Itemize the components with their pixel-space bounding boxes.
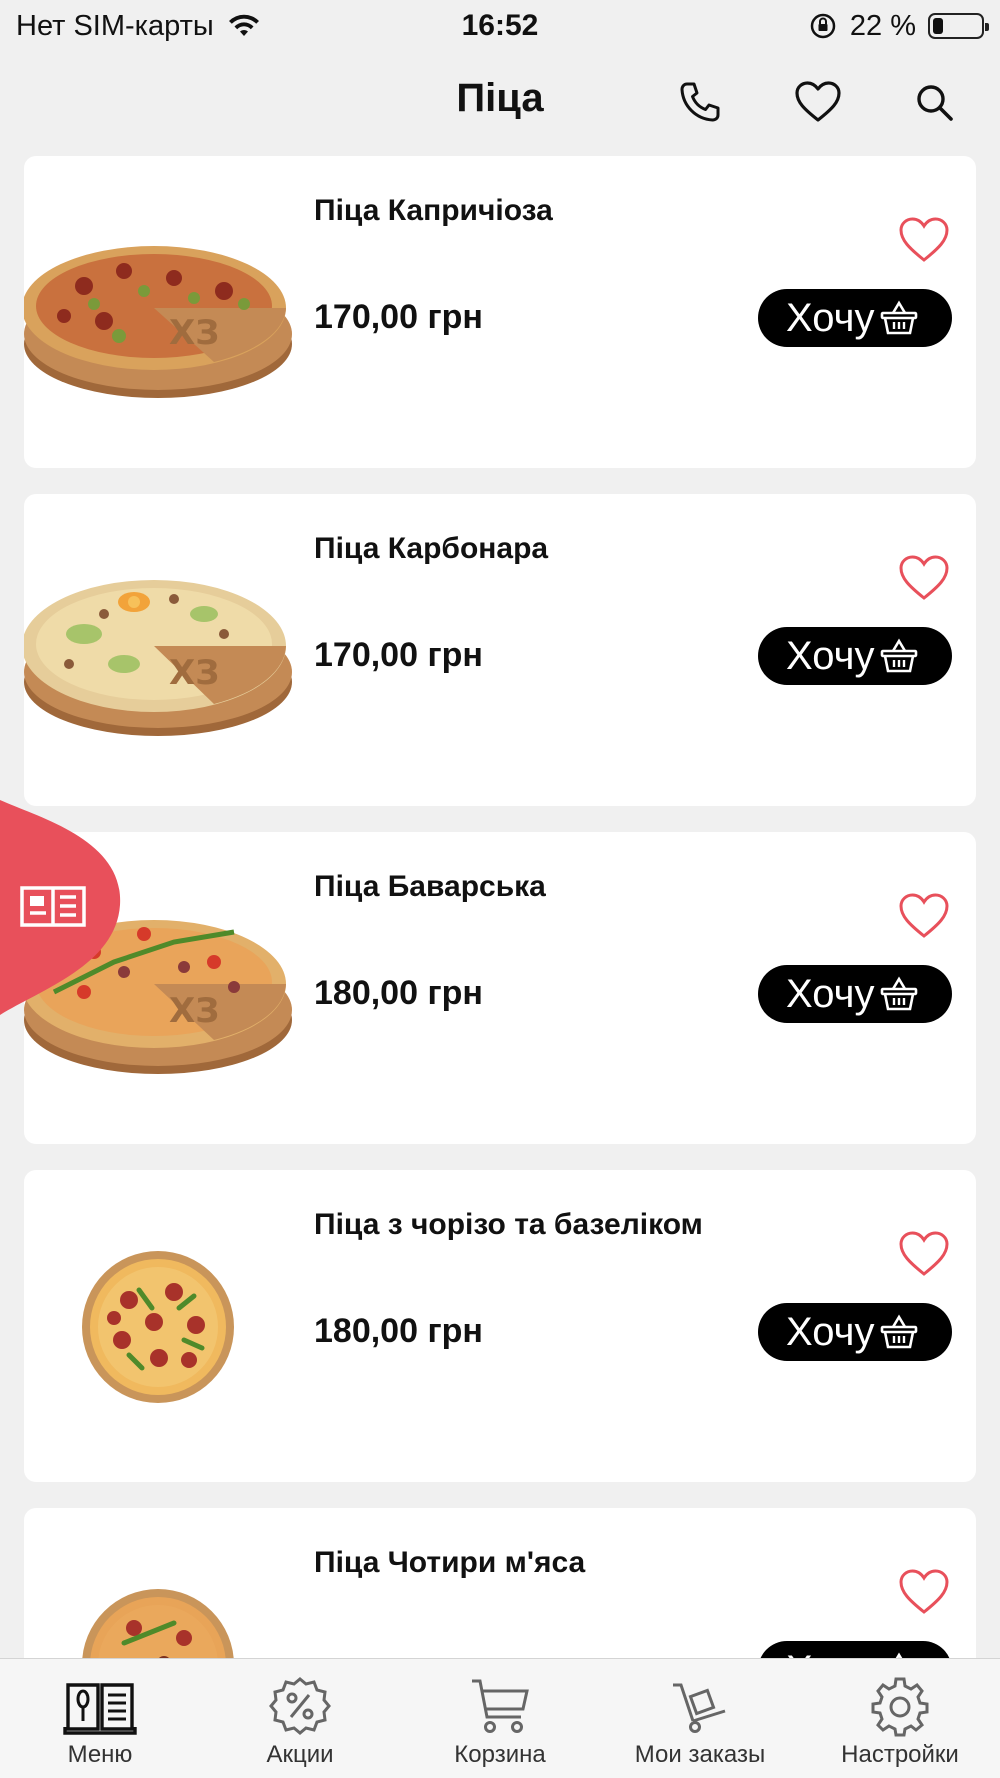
status-bar: Нет SIM-карты 16:52 22 % [0, 0, 1000, 52]
menu-book-icon [63, 1683, 137, 1735]
search-icon [917, 85, 953, 121]
search-button[interactable] [910, 78, 958, 126]
want-button[interactable]: Хочу [758, 1303, 952, 1361]
cart-icon [472, 1679, 529, 1733]
product-price: 170,00 грн [314, 298, 483, 336]
favorite-heart-icon[interactable] [898, 1568, 950, 1616]
orders-trolley-icon [673, 1683, 726, 1733]
product-card[interactable]: ХЗ Піца Карбонара 170,00 грн Хочу [24, 494, 976, 806]
tab-bar: Меню Акции Корзина Мои заказы Настройки [0, 1658, 1000, 1778]
tab-label: Корзина [454, 1741, 546, 1768]
tab-cart[interactable]: Корзина [400, 1659, 600, 1778]
carrier-text: Нет SIM-карты [16, 9, 214, 42]
product-card[interactable]: ХЗ Піца Капричіоза 170,00 грн Хочу [24, 156, 976, 468]
want-button-label: Хочу [786, 971, 875, 1016]
product-name: Піца з чорізо та базеліком [314, 1208, 703, 1241]
product-price: 170,00 грн [314, 636, 483, 674]
wifi-icon [228, 14, 259, 36]
nav-header: Піца [0, 60, 1000, 144]
tab-my-orders[interactable]: Мои заказы [600, 1659, 800, 1778]
battery-level [933, 18, 944, 34]
product-card[interactable]: Піца з чорізо та базеліком 180,00 грн Хо… [24, 1170, 976, 1482]
svg-text:ХЗ: ХЗ [169, 653, 219, 693]
tab-menu[interactable]: Меню [0, 1659, 200, 1778]
tab-settings[interactable]: Настройки [800, 1659, 1000, 1778]
favorite-heart-icon[interactable] [898, 216, 950, 264]
product-name: Піца Капричіоза [314, 194, 553, 227]
want-button-label: Хочу [786, 295, 875, 340]
product-card[interactable]: ХЗ Піца Баварська 180,00 грн Хочу [24, 832, 976, 1144]
basket-icon [881, 1314, 918, 1349]
product-list: ХЗ Піца Капричіоза 170,00 грн Хочу ХЗ Пі… [24, 156, 976, 1778]
orientation-lock-icon [810, 13, 836, 39]
status-time: 16:52 [461, 9, 539, 42]
want-button-label: Хочу [786, 633, 875, 678]
product-name: Піца Чотири м'яса [314, 1546, 586, 1579]
want-button[interactable]: Хочу [758, 627, 952, 685]
pizza-image [82, 1251, 234, 1403]
basket-icon [881, 638, 918, 673]
want-button[interactable]: Хочу [758, 289, 952, 347]
tab-label: Акции [266, 1741, 334, 1768]
tab-promotions[interactable]: Акции [200, 1659, 400, 1778]
gear-icon [871, 1677, 929, 1737]
favorite-heart-icon[interactable] [898, 554, 950, 602]
battery-percent: 22 % [849, 9, 916, 42]
catalog-side-tab[interactable] [0, 800, 124, 1015]
pizza-image: ХЗ [24, 246, 292, 398]
phone-button[interactable] [676, 78, 724, 126]
svg-text:ХЗ: ХЗ [169, 313, 219, 353]
product-price: 180,00 грн [314, 1312, 483, 1350]
want-button-label: Хочу [786, 1309, 875, 1354]
favorite-heart-icon[interactable] [898, 892, 950, 940]
tab-label: Мои заказы [634, 1741, 766, 1768]
tab-label: Меню [67, 1741, 133, 1768]
want-button[interactable]: Хочу [758, 965, 952, 1023]
product-price: 180,00 грн [314, 974, 483, 1012]
product-name: Піца Карбонара [314, 532, 549, 565]
page-title: Піца [456, 76, 544, 120]
favorite-heart-icon[interactable] [898, 1230, 950, 1278]
favorites-button[interactable] [794, 78, 842, 126]
battery-icon [928, 13, 989, 39]
heart-icon [795, 81, 841, 122]
tab-label: Настройки [841, 1741, 959, 1768]
svg-text:ХЗ: ХЗ [169, 991, 219, 1031]
product-name: Піца Баварська [314, 870, 546, 903]
pizza-image: ХЗ [24, 580, 292, 736]
basket-icon [881, 300, 918, 335]
discount-icon [269, 1677, 331, 1735]
phone-icon [680, 82, 720, 122]
basket-icon [881, 976, 918, 1011]
